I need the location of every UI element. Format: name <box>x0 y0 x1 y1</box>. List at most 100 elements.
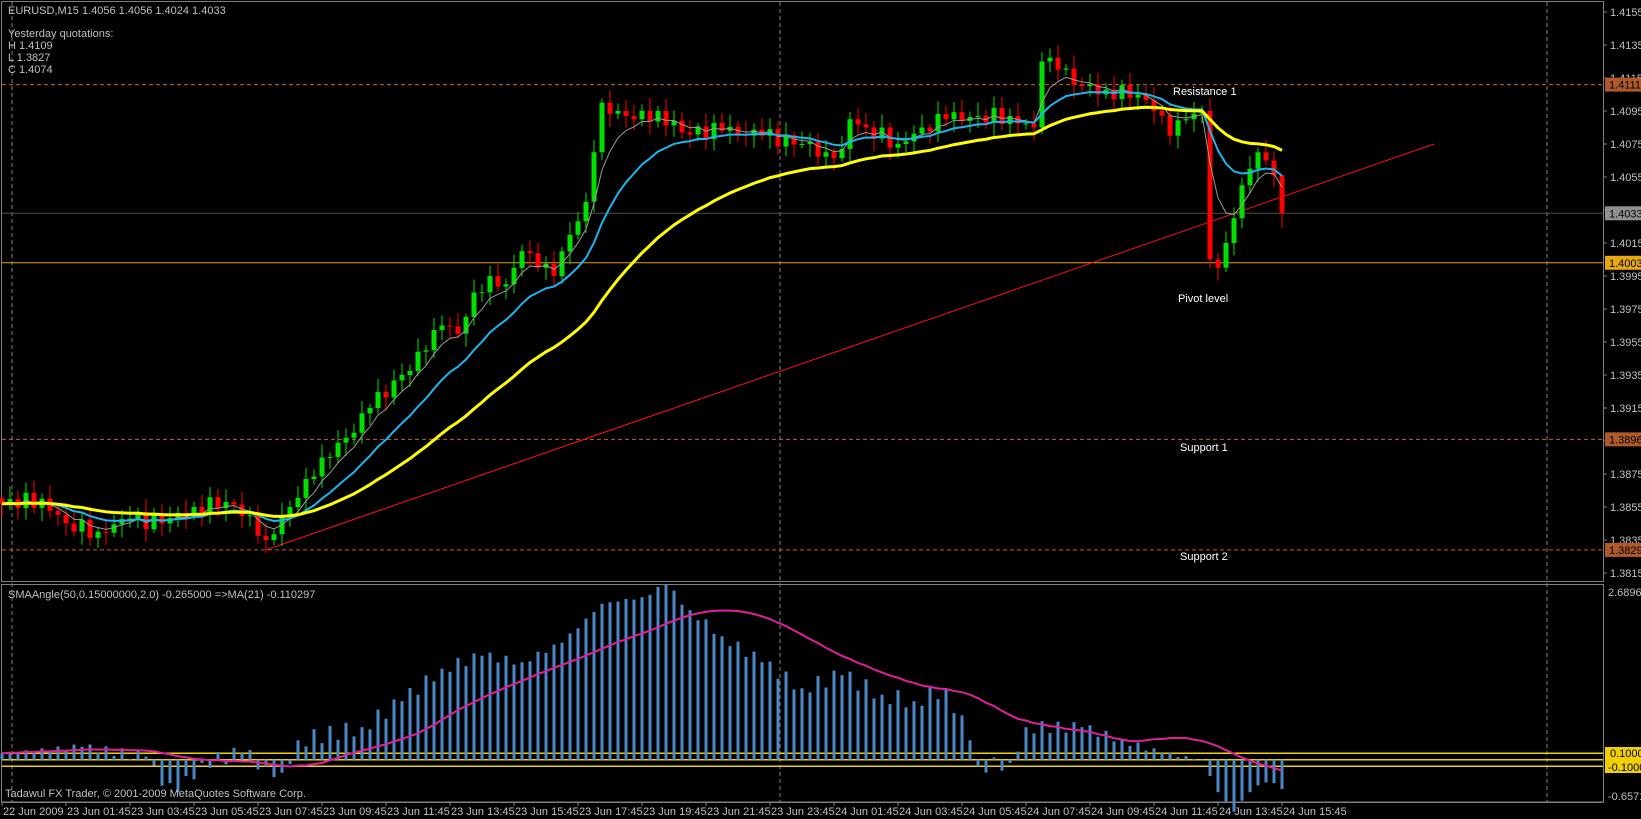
price-tick-label: 1.4055 <box>1610 172 1641 184</box>
candle-body <box>255 515 261 536</box>
time-tick-label: 23 Jun 19:45 <box>643 806 707 818</box>
candle-body <box>631 116 637 120</box>
candle-body <box>1055 57 1061 70</box>
candle <box>487 265 493 305</box>
histogram-bar <box>1264 759 1268 783</box>
candle <box>807 132 813 157</box>
symbol-quote: EURUSD,M15 1.4056 1.4056 1.4024 1.4033 <box>8 5 226 17</box>
histogram-bar <box>736 641 740 760</box>
candle <box>1055 45 1061 82</box>
candle <box>615 103 621 120</box>
histogram-bar <box>904 707 908 760</box>
histogram-bar <box>1080 727 1084 760</box>
candle-body <box>519 251 525 268</box>
candle-body <box>1279 175 1285 214</box>
candle <box>0 495 5 517</box>
pivot-label: Pivot level <box>1178 293 1228 305</box>
candle-body <box>527 251 533 254</box>
histogram-bar <box>984 759 988 773</box>
histogram-bar <box>48 751 52 760</box>
histogram-bar <box>328 725 332 760</box>
histogram-bar <box>744 656 748 760</box>
price-tick-label: 1.4135 <box>1610 40 1641 52</box>
histogram-bar <box>1136 742 1140 760</box>
histogram-bar <box>480 655 484 760</box>
candle <box>511 254 517 294</box>
histogram-bar <box>1224 759 1228 802</box>
histogram-bar <box>1240 759 1244 801</box>
indicator-level-lo-tag: -0.1000 <box>1608 762 1641 774</box>
histogram-bar <box>1072 722 1076 760</box>
candle <box>519 244 525 277</box>
candle-body <box>895 144 901 148</box>
histogram-bar <box>1120 740 1124 760</box>
histogram-bar <box>784 671 788 760</box>
candle <box>327 452 333 469</box>
candle-body <box>815 141 821 157</box>
candle <box>591 139 597 213</box>
histogram-bar <box>568 633 572 760</box>
histogram-bar <box>520 662 524 760</box>
trading-chart[interactable]: EURUSD,M15 1.4056 1.4056 1.4024 1.4033 Y… <box>0 0 1641 819</box>
candle <box>783 122 789 157</box>
candle <box>1127 72 1133 108</box>
histogram-bar <box>144 756 148 760</box>
candle <box>255 505 261 544</box>
histogram-bar <box>512 664 516 760</box>
candle <box>127 506 133 528</box>
candle <box>527 239 533 267</box>
candle <box>335 430 341 464</box>
histogram-bar <box>928 686 932 760</box>
price-tick-label: 1.4015 <box>1610 238 1641 250</box>
histogram-bar <box>352 736 356 760</box>
histogram-bar <box>136 750 140 760</box>
histogram-bar <box>680 604 684 760</box>
candle-body <box>511 267 517 285</box>
copyright-text: Tadawul FX Trader, © 2001-2009 MetaQuote… <box>5 788 306 800</box>
candle-body <box>615 111 621 114</box>
candle <box>751 123 757 148</box>
candle-body <box>71 523 77 532</box>
candle <box>231 498 237 509</box>
candle-body <box>1079 84 1085 87</box>
candle-body <box>447 325 453 327</box>
candle-body <box>799 144 805 145</box>
histogram-bar <box>1216 759 1220 793</box>
candle-body <box>263 535 269 540</box>
support2-price-tag-label: 1.3829 <box>1609 545 1641 557</box>
candle-body <box>391 380 397 398</box>
candle <box>735 121 741 143</box>
time-tick-label: 24 Jun 03:45 <box>899 806 963 818</box>
candle-body <box>231 502 237 505</box>
candle <box>623 100 629 128</box>
time-tick-label: 23 Jun 17:45 <box>579 806 643 818</box>
time-tick-label: 24 Jun 05:45 <box>963 806 1027 818</box>
histogram-bar <box>712 633 716 760</box>
candle-body <box>991 107 997 123</box>
histogram-bar <box>1048 732 1052 760</box>
time-tick-label: 23 Jun 21:45 <box>707 806 771 818</box>
histogram-bar <box>40 748 44 760</box>
indicator-level-hi-tag: 0.1000 <box>1610 748 1641 760</box>
histogram-bar <box>0 753 4 760</box>
candle-body <box>471 292 477 317</box>
histogram-bar <box>216 752 220 760</box>
candle-body <box>215 497 221 509</box>
histogram-bar <box>840 675 844 760</box>
candle <box>911 125 917 155</box>
candle-body <box>271 534 277 540</box>
histogram-bar <box>1248 759 1252 793</box>
candle <box>1079 77 1085 94</box>
candle <box>1151 87 1157 124</box>
histogram-bar <box>1232 759 1236 812</box>
candle-body <box>1031 123 1037 128</box>
candle <box>199 494 205 527</box>
candle-body <box>423 350 429 352</box>
candle <box>479 283 485 302</box>
candle-body <box>1087 84 1093 87</box>
candle-body <box>1063 68 1069 70</box>
candle-body <box>927 127 933 132</box>
current-price-tag-label: 1.4033 <box>1609 208 1641 220</box>
candle <box>39 493 45 522</box>
histogram-bar <box>672 590 676 760</box>
